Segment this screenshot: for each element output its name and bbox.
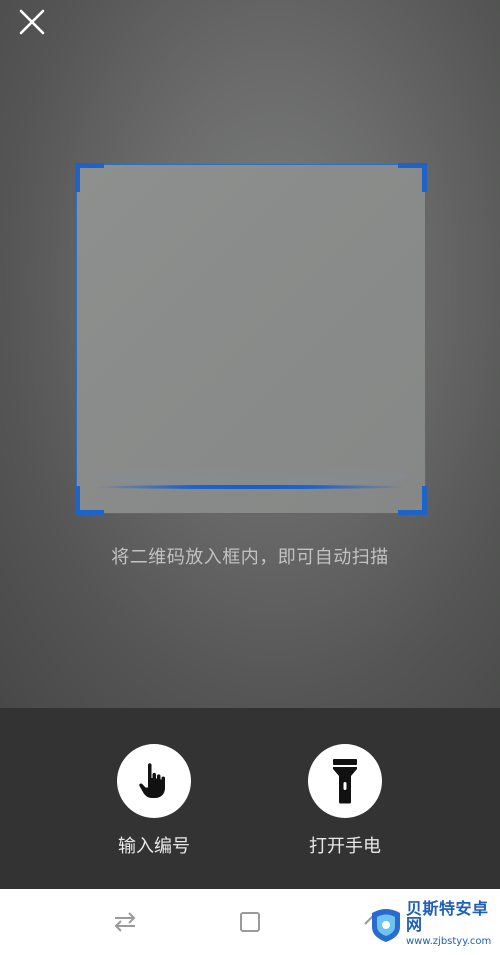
scan-frame [75,163,427,515]
flashlight-icon [333,759,357,804]
enter-code-label: 输入编号 [118,836,190,857]
swap-icon [114,912,136,932]
qr-scanner-screen: 将二维码放入框内，即可自动扫描 输入编号 打开手电 贝斯特安卓网 www.zjb… [0,0,500,955]
frame-corner-bottom-right [398,486,427,515]
frame-corner-bottom-left [75,486,104,515]
watermark-logo-icon [368,905,404,943]
camera-preview: 将二维码放入框内，即可自动扫描 [0,0,500,708]
home-button[interactable] [235,907,265,937]
enter-code-button[interactable]: 输入编号 [94,744,214,858]
close-button[interactable] [14,4,50,40]
recent-apps-button[interactable] [110,907,140,937]
frame-corner-top-left [75,163,104,192]
bottom-action-panel: 输入编号 打开手电 [0,708,500,889]
watermark: 贝斯特安卓网 www.zjbstyy.com [368,896,498,952]
close-icon [19,9,45,35]
scan-hint: 将二维码放入框内，即可自动扫描 [111,547,389,568]
hand-pointer-icon [139,763,165,798]
flashlight-label: 打开手电 [309,836,381,857]
watermark-title: 贝斯特安卓网 [406,899,489,934]
home-square-icon [240,912,260,932]
watermark-url: www.zjbstyy.com [406,936,492,947]
scan-line-glow [93,465,409,487]
frame-corner-top-right [398,163,427,192]
enter-code-icon-circle[interactable] [117,744,191,818]
flashlight-button[interactable]: 打开手电 [285,744,405,858]
flashlight-icon-circle[interactable] [308,744,382,818]
scan-line [93,485,409,489]
